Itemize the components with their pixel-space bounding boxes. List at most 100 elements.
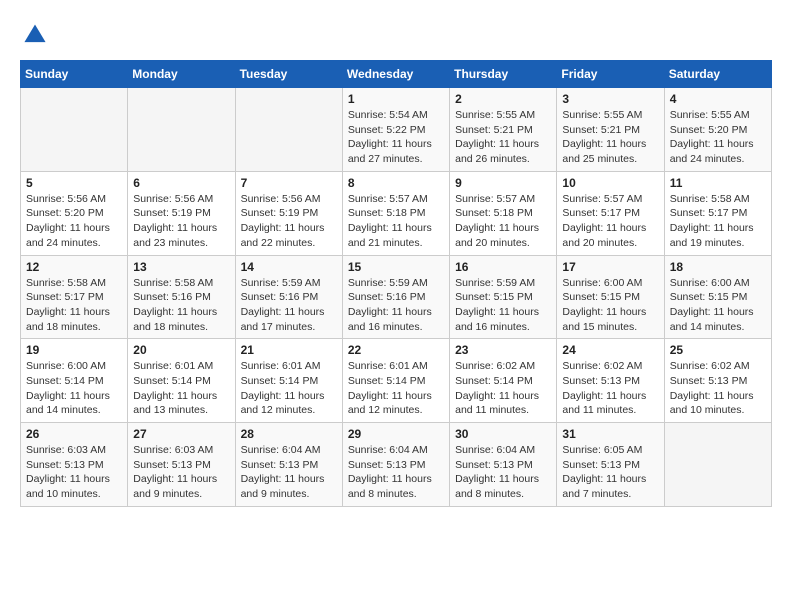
day-info: Sunrise: 6:04 AM Sunset: 5:13 PM Dayligh… xyxy=(241,443,337,502)
day-number: 10 xyxy=(562,176,658,190)
day-number: 27 xyxy=(133,427,229,441)
calendar-day-cell xyxy=(664,423,771,507)
calendar-week-row: 1Sunrise: 5:54 AM Sunset: 5:22 PM Daylig… xyxy=(21,88,772,172)
calendar-day-cell: 26 Sunrise: 6:03 AM Sunset: 5:13 PM Dayli… xyxy=(21,423,128,507)
day-info: Sunrise: 6:03 AM Sunset: 5:13 PM Dayligh… xyxy=(133,443,229,502)
day-number: 30 xyxy=(455,427,551,441)
day-info: Sunrise: 5:55 AM Sunset: 5:21 PM Dayligh… xyxy=(455,108,551,167)
day-info: Sunrise: 6:04 AM Sunset: 5:13 PM Dayligh… xyxy=(455,443,551,502)
calendar-day-cell: 11 Sunrise: 5:58 AM Sunset: 5:17 PM Dayli… xyxy=(664,171,771,255)
calendar-week-row: 5Sunrise: 5:56 AM Sunset: 5:20 PM Daylig… xyxy=(21,171,772,255)
day-number: 20 xyxy=(133,343,229,357)
day-number: 21 xyxy=(241,343,337,357)
day-info: Sunrise: 5:57 AM Sunset: 5:18 PM Dayligh… xyxy=(348,192,444,251)
day-number: 9 xyxy=(455,176,551,190)
day-number: 7 xyxy=(241,176,337,190)
day-info: Sunrise: 5:59 AM Sunset: 5:15 PM Dayligh… xyxy=(455,276,551,335)
day-info: Sunrise: 5:58 AM Sunset: 5:17 PM Dayligh… xyxy=(670,192,766,251)
day-info: Sunrise: 5:59 AM Sunset: 5:16 PM Dayligh… xyxy=(241,276,337,335)
calendar-day-cell: 3 Sunrise: 5:55 AM Sunset: 5:21 PM Daylig… xyxy=(557,88,664,172)
day-info: Sunrise: 6:00 AM Sunset: 5:15 PM Dayligh… xyxy=(562,276,658,335)
calendar-week-row: 26 Sunrise: 6:03 AM Sunset: 5:13 PM Dayli… xyxy=(21,423,772,507)
day-info: Sunrise: 5:57 AM Sunset: 5:18 PM Dayligh… xyxy=(455,192,551,251)
day-number: 11 xyxy=(670,176,766,190)
calendar-day-cell: 5Sunrise: 5:56 AM Sunset: 5:20 PM Daylig… xyxy=(21,171,128,255)
weekday-header: Saturday xyxy=(664,61,771,88)
calendar-day-cell: 29Sunrise: 6:04 AM Sunset: 5:13 PM Dayli… xyxy=(342,423,449,507)
day-number: 5 xyxy=(26,176,122,190)
day-number: 14 xyxy=(241,260,337,274)
calendar-week-row: 12 Sunrise: 5:58 AM Sunset: 5:17 PM Dayli… xyxy=(21,255,772,339)
calendar-day-cell: 6 Sunrise: 5:56 AM Sunset: 5:19 PM Daylig… xyxy=(128,171,235,255)
weekday-header: Monday xyxy=(128,61,235,88)
calendar-day-cell: 8 Sunrise: 5:57 AM Sunset: 5:18 PM Daylig… xyxy=(342,171,449,255)
day-number: 3 xyxy=(562,92,658,106)
logo xyxy=(20,20,54,50)
day-info: Sunrise: 6:03 AM Sunset: 5:13 PM Dayligh… xyxy=(26,443,122,502)
weekday-header: Wednesday xyxy=(342,61,449,88)
day-number: 28 xyxy=(241,427,337,441)
day-info: Sunrise: 5:58 AM Sunset: 5:17 PM Dayligh… xyxy=(26,276,122,335)
day-number: 2 xyxy=(455,92,551,106)
day-info: Sunrise: 6:01 AM Sunset: 5:14 PM Dayligh… xyxy=(133,359,229,418)
calendar-day-cell: 17Sunrise: 6:00 AM Sunset: 5:15 PM Dayli… xyxy=(557,255,664,339)
day-number: 13 xyxy=(133,260,229,274)
calendar-day-cell: 31 Sunrise: 6:05 AM Sunset: 5:13 PM Dayli… xyxy=(557,423,664,507)
calendar-day-cell: 9 Sunrise: 5:57 AM Sunset: 5:18 PM Daylig… xyxy=(450,171,557,255)
day-info: Sunrise: 5:58 AM Sunset: 5:16 PM Dayligh… xyxy=(133,276,229,335)
page-header xyxy=(20,20,772,50)
day-number: 19 xyxy=(26,343,122,357)
day-number: 6 xyxy=(133,176,229,190)
day-number: 16 xyxy=(455,260,551,274)
calendar-day-cell xyxy=(235,88,342,172)
calendar-day-cell: 16 Sunrise: 5:59 AM Sunset: 5:15 PM Dayli… xyxy=(450,255,557,339)
calendar-day-cell xyxy=(21,88,128,172)
calendar-day-cell: 20 Sunrise: 6:01 AM Sunset: 5:14 PM Dayli… xyxy=(128,339,235,423)
calendar-day-cell xyxy=(128,88,235,172)
weekday-header: Sunday xyxy=(21,61,128,88)
day-info: Sunrise: 6:05 AM Sunset: 5:13 PM Dayligh… xyxy=(562,443,658,502)
day-info: Sunrise: 5:56 AM Sunset: 5:19 PM Dayligh… xyxy=(241,192,337,251)
calendar-day-cell: 27 Sunrise: 6:03 AM Sunset: 5:13 PM Dayli… xyxy=(128,423,235,507)
day-info: Sunrise: 5:57 AM Sunset: 5:17 PM Dayligh… xyxy=(562,192,658,251)
day-number: 1 xyxy=(348,92,444,106)
calendar-day-cell: 19 Sunrise: 6:00 AM Sunset: 5:14 PM Dayli… xyxy=(21,339,128,423)
calendar-day-cell: 13 Sunrise: 5:58 AM Sunset: 5:16 PM Dayli… xyxy=(128,255,235,339)
weekday-header: Tuesday xyxy=(235,61,342,88)
calendar-day-cell: 1Sunrise: 5:54 AM Sunset: 5:22 PM Daylig… xyxy=(342,88,449,172)
day-info: Sunrise: 5:59 AM Sunset: 5:16 PM Dayligh… xyxy=(348,276,444,335)
day-info: Sunrise: 6:01 AM Sunset: 5:14 PM Dayligh… xyxy=(348,359,444,418)
calendar-day-cell: 14 Sunrise: 5:59 AM Sunset: 5:16 PM Dayli… xyxy=(235,255,342,339)
day-number: 31 xyxy=(562,427,658,441)
calendar-day-cell: 12 Sunrise: 5:58 AM Sunset: 5:17 PM Dayli… xyxy=(21,255,128,339)
day-info: Sunrise: 5:56 AM Sunset: 5:19 PM Dayligh… xyxy=(133,192,229,251)
day-number: 23 xyxy=(455,343,551,357)
day-number: 12 xyxy=(26,260,122,274)
calendar-day-cell: 28 Sunrise: 6:04 AM Sunset: 5:13 PM Dayli… xyxy=(235,423,342,507)
day-number: 18 xyxy=(670,260,766,274)
day-number: 8 xyxy=(348,176,444,190)
day-info: Sunrise: 6:02 AM Sunset: 5:13 PM Dayligh… xyxy=(562,359,658,418)
calendar-day-cell: 21Sunrise: 6:01 AM Sunset: 5:14 PM Dayli… xyxy=(235,339,342,423)
day-number: 24 xyxy=(562,343,658,357)
logo-icon xyxy=(20,20,50,50)
calendar-day-cell: 7 Sunrise: 5:56 AM Sunset: 5:19 PM Daylig… xyxy=(235,171,342,255)
day-number: 29 xyxy=(348,427,444,441)
day-number: 26 xyxy=(26,427,122,441)
calendar-day-cell: 24 Sunrise: 6:02 AM Sunset: 5:13 PM Dayli… xyxy=(557,339,664,423)
day-info: Sunrise: 6:00 AM Sunset: 5:14 PM Dayligh… xyxy=(26,359,122,418)
day-number: 15 xyxy=(348,260,444,274)
day-number: 4 xyxy=(670,92,766,106)
calendar-day-cell: 22Sunrise: 6:01 AM Sunset: 5:14 PM Dayli… xyxy=(342,339,449,423)
calendar-day-cell: 30 Sunrise: 6:04 AM Sunset: 5:13 PM Dayli… xyxy=(450,423,557,507)
calendar-day-cell: 2 Sunrise: 5:55 AM Sunset: 5:21 PM Daylig… xyxy=(450,88,557,172)
day-info: Sunrise: 5:55 AM Sunset: 5:21 PM Dayligh… xyxy=(562,108,658,167)
calendar-week-row: 19 Sunrise: 6:00 AM Sunset: 5:14 PM Dayli… xyxy=(21,339,772,423)
weekday-header: Thursday xyxy=(450,61,557,88)
calendar-day-cell: 4Sunrise: 5:55 AM Sunset: 5:20 PM Daylig… xyxy=(664,88,771,172)
day-number: 25 xyxy=(670,343,766,357)
calendar-day-cell: 15 Sunrise: 5:59 AM Sunset: 5:16 PM Dayli… xyxy=(342,255,449,339)
day-info: Sunrise: 6:02 AM Sunset: 5:13 PM Dayligh… xyxy=(670,359,766,418)
calendar-day-cell: 10 Sunrise: 5:57 AM Sunset: 5:17 PM Dayli… xyxy=(557,171,664,255)
calendar-day-cell: 23Sunrise: 6:02 AM Sunset: 5:14 PM Dayli… xyxy=(450,339,557,423)
